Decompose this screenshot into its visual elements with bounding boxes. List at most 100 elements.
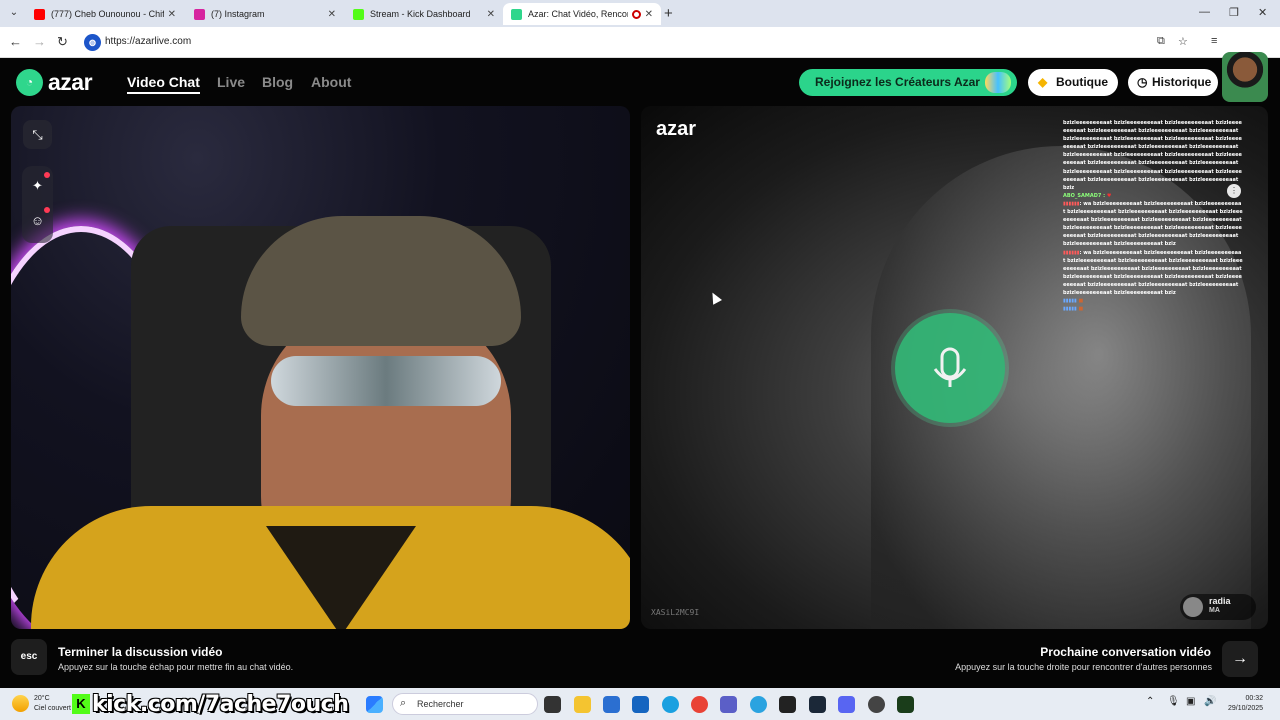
next-chat-subtitle: Appuyez sur la touche droite pour rencon… — [955, 662, 1212, 672]
youtube-icon — [34, 8, 45, 20]
microphone-tray-icon[interactable]: 🎙 — [1167, 696, 1180, 707]
stream-chat-overlay: bzizleeeeeeeeaat bzizleeeeeeeeaat bzizle… — [1063, 119, 1243, 313]
new-tab-button[interactable]: + — [664, 5, 673, 22]
join-creators-button[interactable]: Rejoignez les Créateurs Azar — [799, 69, 1017, 96]
chat-user: ▮▮▮▮▮ — [1063, 306, 1077, 313]
bottom-action-bar: esc Terminer la discussion vidéo Appuyez… — [0, 629, 1280, 688]
minimize-icon[interactable]: — — [1199, 6, 1210, 18]
close-tab-icon[interactable]: ✕ — [328, 9, 336, 20]
nav-about[interactable]: About — [311, 74, 351, 90]
time: 00:32 — [1245, 695, 1264, 702]
taskbar-clock[interactable]: 00:32 29/10/2025 — [1228, 694, 1263, 714]
volume-icon[interactable]: 🔊 — [1204, 696, 1216, 707]
file-explorer-icon[interactable] — [574, 696, 591, 713]
creators-deco-icon — [985, 72, 1011, 93]
remote-user-name: radia — [1209, 596, 1231, 606]
capcut-icon[interactable] — [779, 696, 796, 713]
chat-message: ▮▮▮▮▮ ■ — [1063, 305, 1243, 313]
weather-condition: Ciel couvert — [34, 705, 71, 712]
bookmark-star-icon[interactable]: ☆ — [1178, 35, 1188, 48]
remote-user-badge[interactable]: radia MA — [1180, 594, 1256, 620]
close-window-icon[interactable]: ✕ — [1258, 6, 1267, 19]
chrome-icon[interactable] — [691, 696, 708, 713]
tab-title: Stream - Kick Dashboard — [370, 9, 471, 19]
notification-dot — [44, 172, 50, 178]
remote-user-country: MA — [1209, 607, 1220, 614]
tab-youtube[interactable]: (777) Cheb Ounounou - Chifou ✕ — [26, 3, 184, 25]
chat-text: : wa bzizleeeeeeeeaat bzizleeeeeeeeaat b… — [1063, 200, 1243, 248]
temperature: 20°C — [34, 695, 50, 702]
gem-icon: ◆ — [1038, 75, 1048, 89]
heart-emoji-icon: ♥ — [1106, 192, 1112, 199]
person-cap — [241, 216, 521, 346]
steam-icon[interactable] — [809, 696, 826, 713]
esc-button[interactable]: esc — [11, 639, 47, 675]
reload-icon[interactable]: ↻ — [57, 34, 68, 50]
date: 29/10/2025 — [1228, 705, 1264, 712]
tab-azar[interactable]: Azar: Chat Vidéo, Rencontr ✕ — [503, 3, 661, 25]
azar-site: ◔ azar Video Chat Live Blog About Rejoig… — [0, 52, 1280, 688]
next-chat-button[interactable]: → — [1222, 641, 1258, 677]
avatar — [1183, 597, 1203, 617]
url-text: https://azarlive.com — [105, 36, 192, 47]
azar-icon — [511, 8, 522, 20]
kick-url-overlay: K kick.com/7ache7ouch — [72, 690, 349, 718]
obs-icon[interactable] — [868, 696, 885, 713]
mic-indicator — [895, 313, 1005, 423]
weather-widget[interactable]: 20°C Ciel couvert — [34, 694, 71, 714]
tab-title: (777) Cheb Ounounou - Chifou — [51, 9, 164, 19]
chat-text: : wa bzizleeeeeeeeaat bzizleeeeeeeeaat b… — [1063, 249, 1243, 296]
azar-logo[interactable]: ◔ azar — [16, 69, 93, 96]
install-app-icon[interactable]: ⧉ — [1157, 35, 1165, 48]
kick-icon — [353, 8, 364, 20]
close-tab-icon[interactable]: ✕ — [168, 9, 176, 20]
reading-list-icon[interactable]: ≡ — [1211, 35, 1217, 47]
teams-icon[interactable] — [720, 696, 737, 713]
recording-icon — [631, 9, 641, 19]
tab-kick[interactable]: Stream - Kick Dashboard ✕ — [345, 3, 503, 25]
discord-icon[interactable] — [838, 696, 855, 713]
tab-list-chevron-icon[interactable]: ⌄ — [6, 5, 22, 21]
minimize-video-icon[interactable]: ⤡ — [23, 120, 52, 149]
azar-logo-icon: ◔ — [16, 69, 43, 96]
chat-options-icon[interactable]: ⋮ — [1227, 184, 1241, 198]
end-chat-title: Terminer la discussion vidéo — [58, 645, 223, 659]
remote-azar-watermark: azar — [656, 118, 697, 140]
site-info-icon[interactable]: ◍ — [84, 34, 101, 51]
outlook-icon[interactable] — [632, 696, 649, 713]
search-placeholder: Rechercher — [417, 699, 464, 709]
back-arrow-icon[interactable]: ← — [9, 34, 22, 49]
nav-live[interactable]: Live — [217, 74, 245, 90]
emote-icon: ■ — [1078, 306, 1084, 313]
task-view-icon[interactable] — [544, 696, 561, 713]
chat-message: ▮▮▮▮▮▮: wa bzizleeeeeeeeaat bzizleeeeeee… — [1063, 249, 1243, 298]
url-field[interactable]: ◍ https://azarlive.com — [80, 31, 1200, 54]
close-tab-icon[interactable]: ✕ — [645, 9, 653, 20]
instagram-icon — [194, 8, 205, 20]
history-button[interactable]: ◷ Historique — [1128, 69, 1218, 96]
person-glasses — [271, 356, 501, 406]
forward-arrow-icon[interactable]: → — [33, 34, 46, 49]
chat-user: ▮▮▮▮▮▮ — [1063, 249, 1080, 256]
search-icon: ⌕ — [400, 697, 407, 709]
show-hidden-icons-chevron-icon[interactable]: ⌃ — [1146, 696, 1154, 707]
tab-instagram[interactable]: (7) Instagram ✕ — [186, 3, 344, 25]
nav-video-chat[interactable]: Video Chat — [127, 74, 200, 94]
network-icon[interactable]: ▣ — [1186, 696, 1195, 707]
telegram-icon[interactable] — [750, 696, 767, 713]
windows-start-icon[interactable] — [366, 696, 383, 713]
chat-message: ▮▮▮▮▮▮: wa bzizleeeeeeeeaat bzizleeeeeee… — [1063, 200, 1243, 249]
remote-user-id: XASiL2MC9I — [651, 608, 700, 617]
edge-icon[interactable] — [662, 696, 679, 713]
taskbar-search[interactable]: ⌕ Rechercher — [392, 693, 538, 715]
store-icon[interactable] — [603, 696, 620, 713]
weather-icon[interactable] — [12, 695, 29, 712]
restore-icon[interactable]: ❐ — [1229, 6, 1239, 19]
kick-url-text: kick.com/7ache7ouch — [92, 691, 349, 717]
nav-blog[interactable]: Blog — [262, 74, 293, 90]
terminal-icon[interactable] — [897, 696, 914, 713]
clock-icon: ◷ — [1137, 75, 1148, 89]
chat-user: ▮▮▮▮▮ — [1063, 298, 1077, 305]
shop-button[interactable]: ◆ Boutique — [1028, 69, 1118, 96]
close-tab-icon[interactable]: ✕ — [487, 9, 495, 20]
